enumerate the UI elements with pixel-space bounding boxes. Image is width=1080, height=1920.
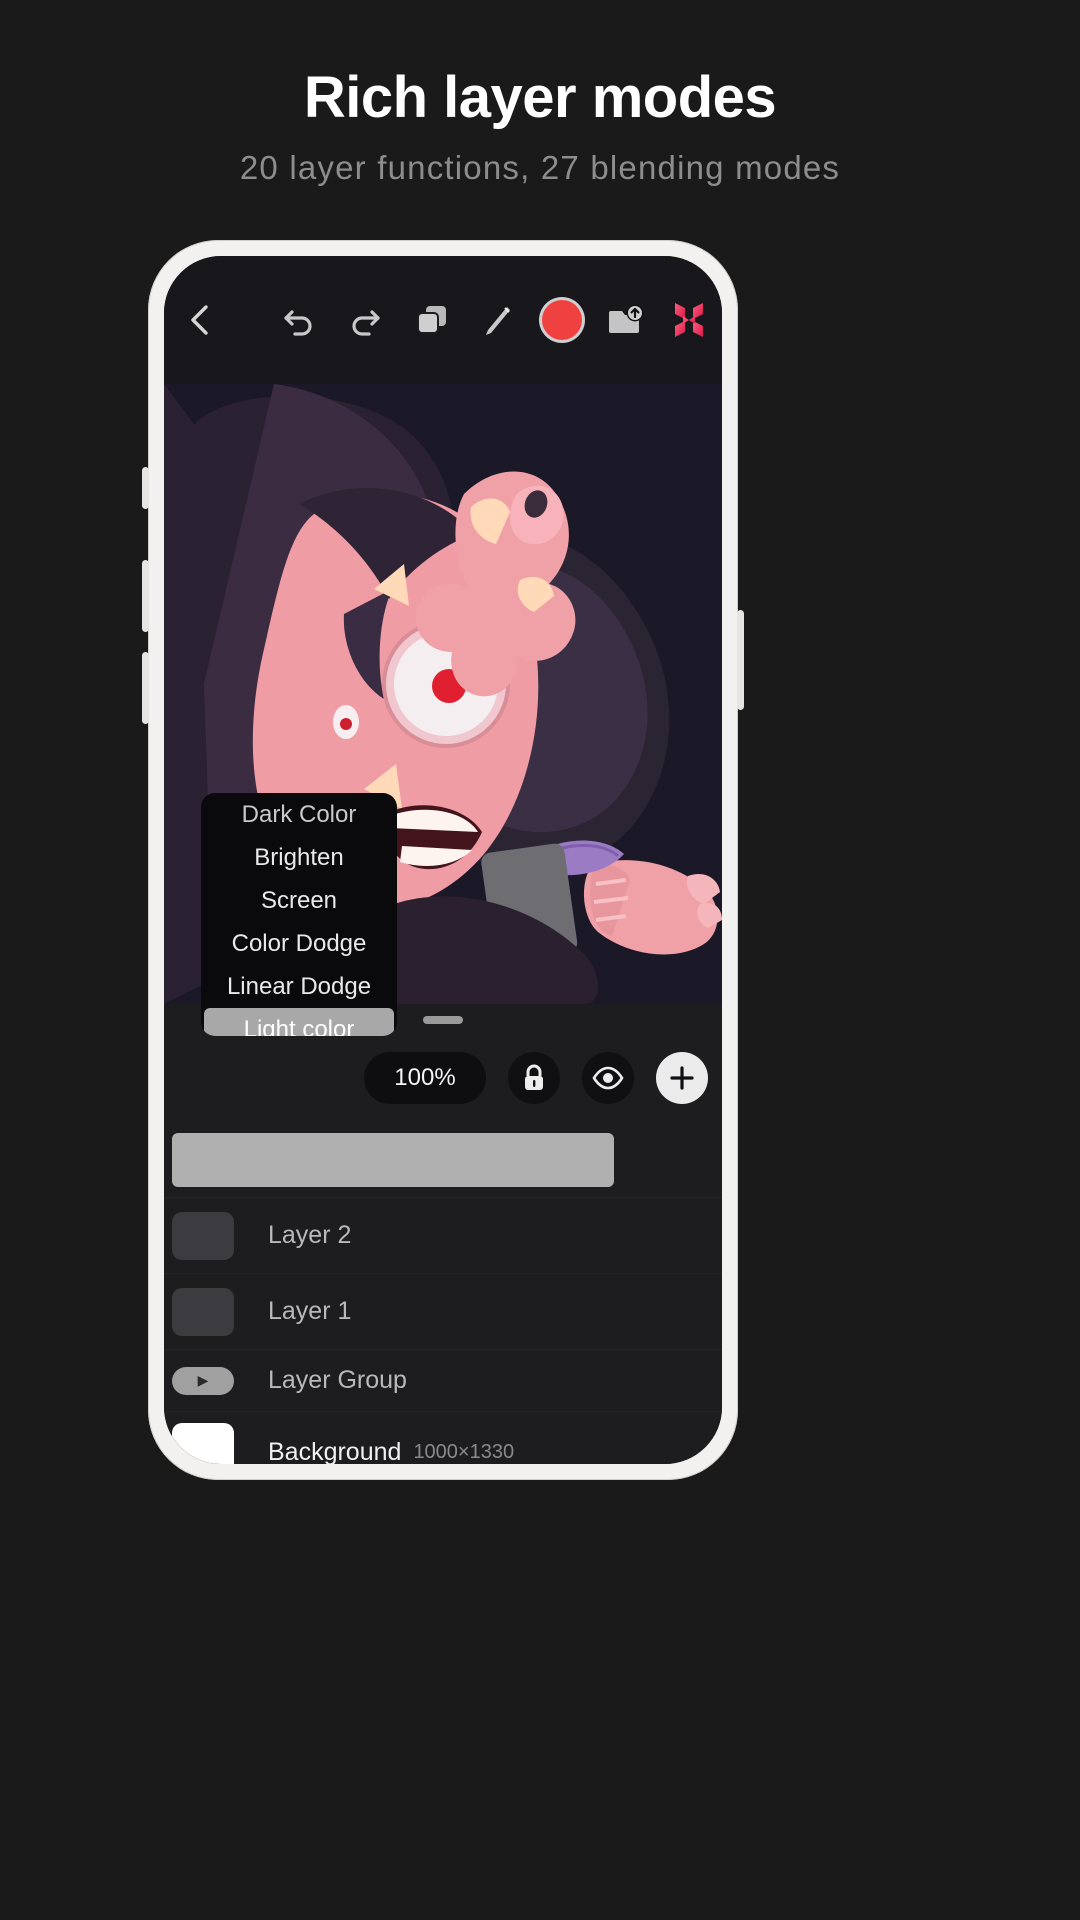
layer-list: Layer 2 Layer 1 ▶ Layer Group Background…: [164, 1122, 722, 1464]
menu-item-screen[interactable]: Screen: [201, 879, 397, 922]
phone-screen: 100% Layer 2 Layer 1 ▶ Layer Group Backg…: [164, 256, 722, 1464]
layer-controls-row: 100%: [164, 1040, 722, 1116]
back-icon[interactable]: [178, 296, 222, 344]
color-swatch[interactable]: [540, 296, 584, 344]
menu-item-light-color[interactable]: Light color: [204, 1008, 394, 1036]
panel-drag-handle[interactable]: [423, 1016, 463, 1024]
phone-mockup: 100% Layer 2 Layer 1 ▶ Layer Group Backg…: [142, 240, 744, 1480]
mute-switch[interactable]: [142, 467, 149, 509]
table-row[interactable]: Layer 1: [164, 1274, 722, 1350]
menu-item-brighten[interactable]: Brighten: [201, 836, 397, 879]
brush-icon[interactable]: [476, 296, 520, 344]
layer-name: Layer Group: [268, 1366, 407, 1394]
power-button[interactable]: [737, 610, 744, 710]
add-layer-button[interactable]: [656, 1052, 708, 1104]
opacity-value[interactable]: 100%: [364, 1052, 486, 1104]
layers-icon[interactable]: [410, 296, 454, 344]
layer-group-toggle[interactable]: ▶: [172, 1366, 234, 1395]
canvas-dimensions: 1000×1330: [413, 1440, 515, 1463]
layer-thumbnail: [172, 1287, 234, 1336]
app-logo-icon[interactable]: [667, 296, 711, 344]
layer-name: Background: [268, 1437, 402, 1465]
layer-thumbnail: [172, 1211, 234, 1260]
redo-icon[interactable]: [343, 296, 387, 344]
layer-name: Layer 2: [268, 1221, 352, 1249]
table-row[interactable]: ▶ Layer Group: [164, 1350, 722, 1412]
chevron-right-icon: ▶: [197, 1372, 209, 1388]
table-row[interactable]: Background 1000×1330: [164, 1412, 722, 1464]
table-row[interactable]: Layer 2: [164, 1198, 722, 1274]
menu-item-color-dodge[interactable]: Color Dodge: [201, 922, 397, 965]
blend-mode-dropdown[interactable]: Dark Color Brighten Screen Color Dodge L…: [201, 793, 397, 1036]
undo-icon[interactable]: [277, 296, 321, 344]
page-subtitle: 20 layer functions, 27 blending modes: [239, 148, 841, 186]
lock-icon[interactable]: [508, 1052, 560, 1104]
promo-header: Rich layer modes 20 layer functions, 27 …: [0, 0, 1080, 240]
selected-layer-thumbnail: [172, 1132, 614, 1187]
volume-down-button[interactable]: [142, 652, 149, 724]
eye-icon[interactable]: [582, 1052, 634, 1104]
menu-item-dark-color[interactable]: Dark Color: [201, 793, 397, 836]
layer-name: Layer 1: [268, 1297, 352, 1325]
app-toolbar: [164, 256, 722, 384]
layer-panel: 100% Layer 2 Layer 1 ▶ Layer Group Backg…: [164, 1004, 722, 1464]
volume-up-button[interactable]: [142, 560, 149, 632]
layer-thumbnail: [172, 1423, 234, 1464]
folder-upload-icon[interactable]: [604, 296, 648, 344]
menu-item-linear-dodge[interactable]: Linear Dodge: [201, 965, 397, 1008]
page-title: Rich layer modes: [303, 65, 777, 130]
layer-row-selected[interactable]: [164, 1122, 722, 1198]
